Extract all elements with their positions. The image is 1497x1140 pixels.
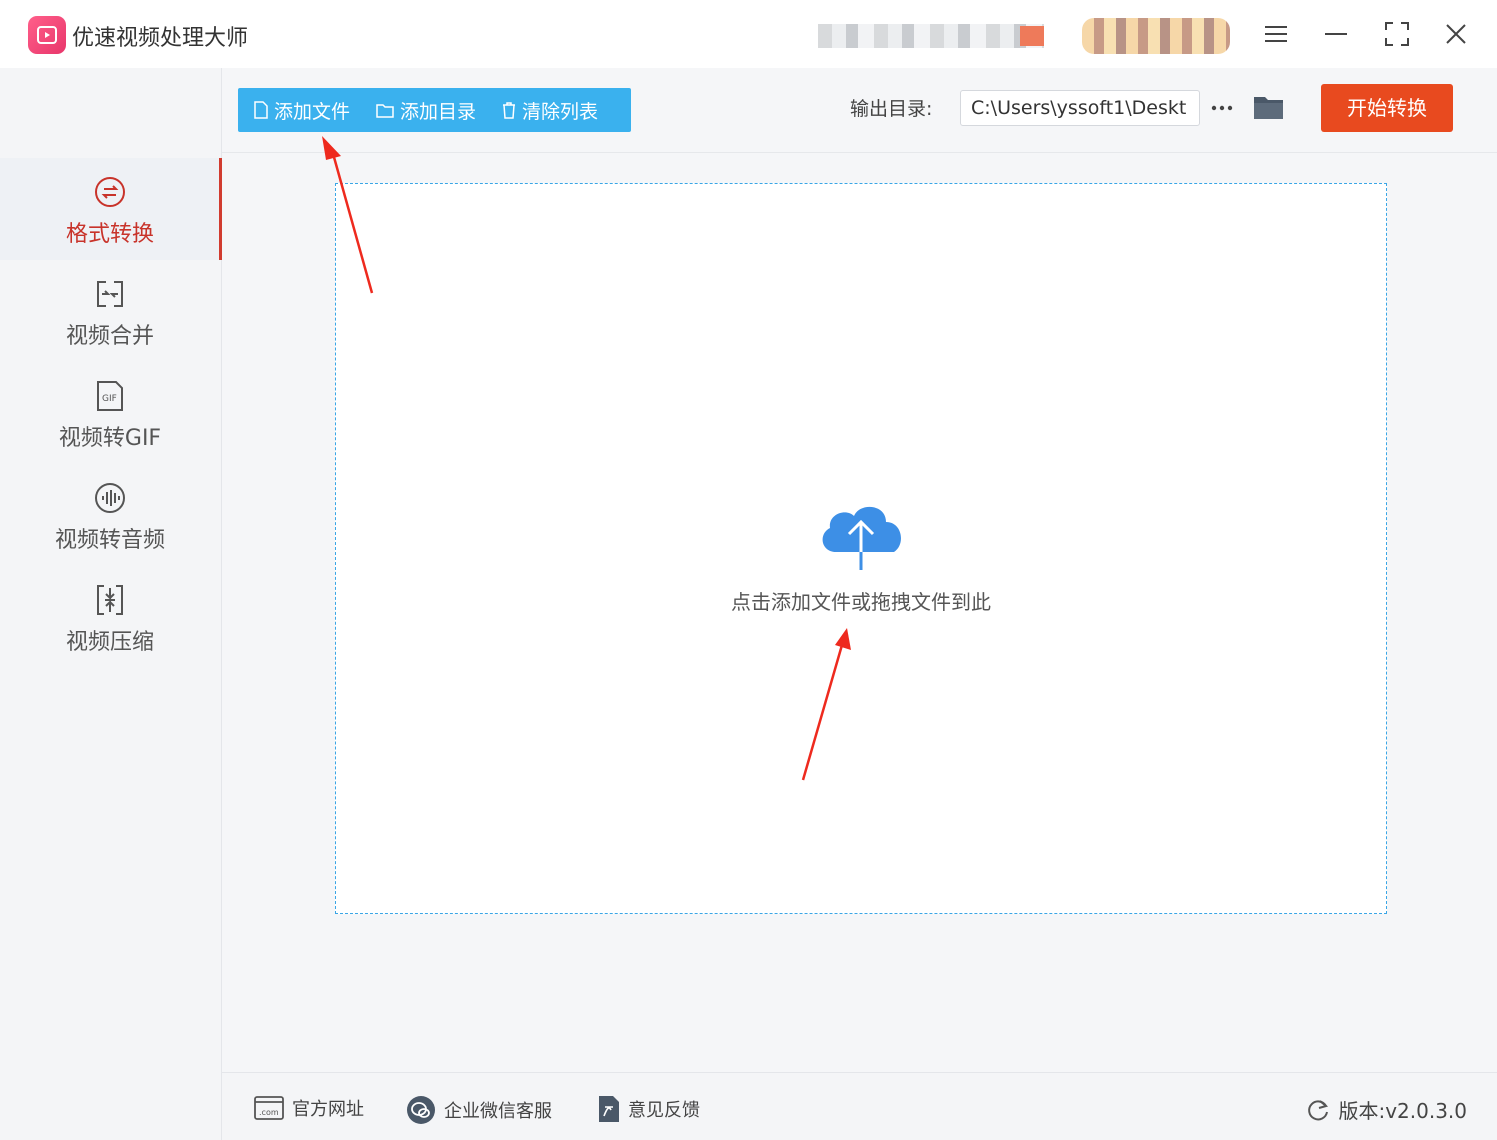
sidebar-item-video-to-gif[interactable]: GIF 视频转GIF (0, 362, 222, 464)
app-logo-icon (28, 16, 66, 54)
sidebar-item-label: 视频合并 (65, 324, 154, 349)
add-file-button[interactable]: 添加文件 (254, 97, 350, 124)
open-folder-icon[interactable] (1252, 92, 1286, 124)
clear-list-button[interactable]: 清除列表 (502, 97, 598, 124)
file-drop-zone[interactable]: 点击添加文件或拖拽文件到此 (335, 183, 1387, 914)
sidebar-item-video-to-audio[interactable]: 视频转音频 (0, 464, 222, 566)
cloud-upload-icon (822, 506, 901, 570)
output-dir-label: 输出目录: (850, 98, 933, 120)
feedback-link[interactable]: 意见反馈 (598, 1095, 700, 1123)
folder-icon (376, 104, 394, 118)
gif-file-icon: GIF (94, 380, 126, 412)
website-link[interactable]: .com 官方网址 (254, 1095, 364, 1121)
feedback-label: 意见反馈 (628, 1100, 700, 1121)
add-folder-button[interactable]: 添加目录 (376, 97, 476, 124)
sidebar: 格式转换 视频合并 GIF 视频转GIF 视频转音频 视频压缩 (0, 68, 222, 1140)
svg-text:GIF: GIF (102, 394, 117, 404)
sidebar-item-video-merge[interactable]: 视频合并 (0, 260, 222, 362)
refresh-icon (1308, 1099, 1329, 1120)
drop-hint-text: 点击添加文件或拖拽文件到此 (731, 590, 991, 614)
version-label: 版本:v2.0.3.0 (1338, 1099, 1467, 1123)
maximize-icon[interactable] (1377, 16, 1417, 52)
title-bar: 优速视频处理大师 (0, 0, 1497, 68)
svg-text:.com: .com (259, 1108, 279, 1117)
wechat-label: 企业微信客服 (444, 1101, 552, 1122)
footer-bar: .com 官方网址 企业微信客服 意见反馈 版本:v2.0.3.0 (222, 1072, 1497, 1140)
app-title: 优速视频处理大师 (72, 26, 249, 51)
blurred-vip-badge (1082, 18, 1230, 54)
minimize-icon[interactable] (1316, 16, 1356, 52)
audio-wave-icon (94, 482, 126, 514)
clear-list-label: 清除列表 (522, 100, 599, 123)
more-options-icon[interactable] (1208, 90, 1238, 126)
divider (222, 152, 1497, 153)
merge-icon (94, 278, 126, 310)
website-icon: .com (254, 1096, 284, 1120)
sidebar-item-label: 格式转换 (65, 222, 154, 247)
wechat-icon (407, 1096, 435, 1124)
convert-circle-icon (94, 176, 126, 208)
file-toolbar: 添加文件 添加目录 清除列表 (238, 88, 631, 132)
version-info: 版本:v2.0.3.0 (1306, 1095, 1467, 1124)
sidebar-item-label: 视频转音频 (54, 528, 165, 553)
file-icon (254, 101, 268, 119)
sidebar-item-label: 视频压缩 (65, 630, 154, 655)
output-dir-field[interactable]: C:\Users\yssoft1\Deskt (960, 90, 1200, 126)
compress-icon (94, 584, 126, 616)
add-folder-label: 添加目录 (400, 100, 477, 123)
annotation-arrowhead (322, 136, 341, 160)
blurred-account-info (818, 24, 1044, 48)
sidebar-item-video-compress[interactable]: 视频压缩 (0, 566, 222, 668)
close-icon[interactable] (1436, 16, 1476, 52)
start-convert-button[interactable]: 开始转换 (1321, 84, 1453, 132)
wechat-service-link[interactable]: 企业微信客服 (406, 1095, 552, 1125)
add-file-label: 添加文件 (274, 100, 351, 123)
trash-icon (503, 102, 516, 119)
menu-icon[interactable] (1256, 16, 1296, 52)
sidebar-item-format-convert[interactable]: 格式转换 (0, 158, 222, 260)
website-label: 官方网址 (292, 1099, 364, 1120)
feedback-icon (599, 1096, 619, 1122)
sidebar-item-label: 视频转GIF (58, 426, 162, 451)
